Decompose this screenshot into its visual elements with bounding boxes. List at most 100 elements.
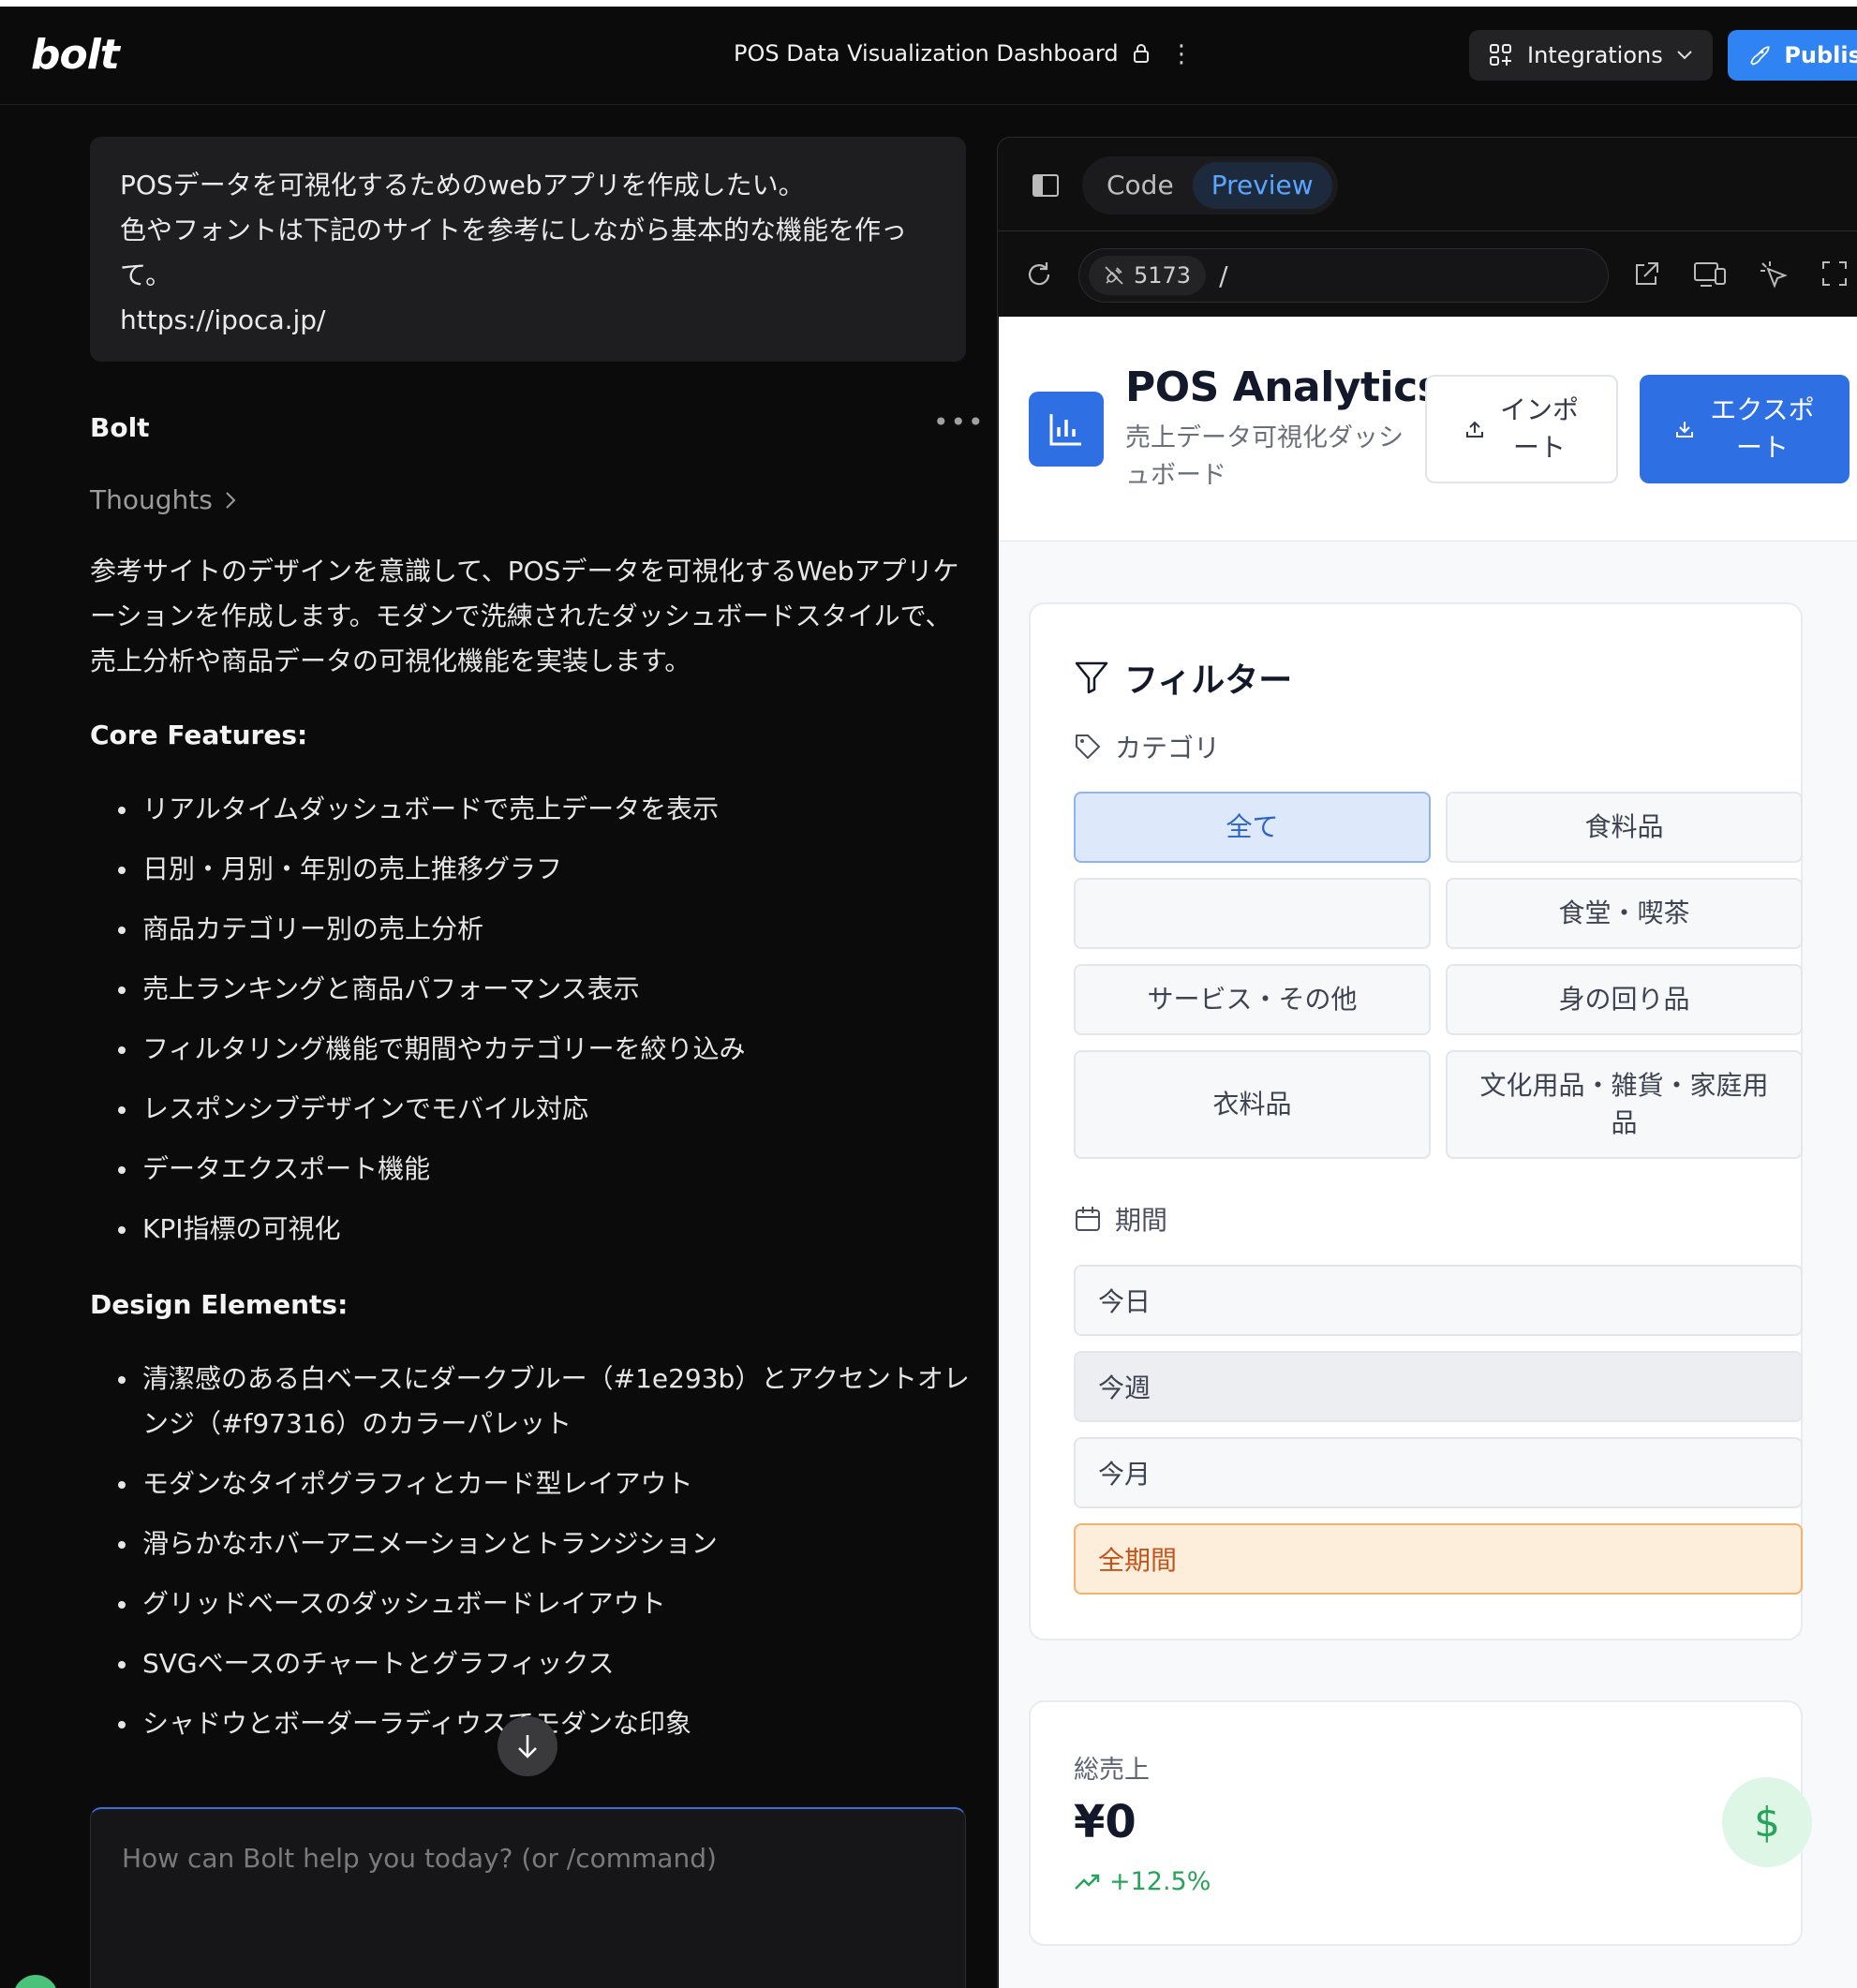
import-label-line: ート bbox=[1512, 432, 1566, 463]
project-title[interactable]: POS Data Visualization Dashboard bbox=[734, 40, 1151, 67]
grid-plus-icon bbox=[1490, 44, 1511, 66]
preview-actions bbox=[1631, 260, 1849, 289]
total-sales-label: 総売上 bbox=[1074, 1756, 1150, 1785]
core-features-list: リアルタイムダッシュボードで売上データを表示 日別・月別・年別の売上推移グラフ … bbox=[90, 787, 971, 1267]
category-label: カテゴリ bbox=[1115, 733, 1221, 764]
category-option[interactable]: 食料品 bbox=[1446, 792, 1803, 863]
period-option[interactable]: 全期間 bbox=[1074, 1523, 1803, 1595]
integrations-label: Integrations bbox=[1527, 42, 1663, 68]
devices-icon[interactable] bbox=[1693, 260, 1727, 289]
preview-tabbar: Code Preview bbox=[998, 138, 1857, 231]
total-sales-value: ¥0 bbox=[1074, 1796, 1136, 1848]
chat-input[interactable]: How can Bolt help you today? (or /comman… bbox=[90, 1807, 966, 1988]
more-horizontal-icon[interactable]: ••• bbox=[933, 407, 986, 438]
user-message-line: て。 bbox=[120, 260, 172, 290]
tab-preview[interactable]: Preview bbox=[1192, 162, 1332, 209]
view-tabs: Code Preview bbox=[1082, 156, 1338, 215]
reload-icon[interactable] bbox=[1024, 260, 1054, 289]
period-option[interactable]: 今週 bbox=[1074, 1351, 1803, 1422]
calendar-icon bbox=[1076, 1207, 1100, 1231]
port-selector[interactable]: 5173 bbox=[1089, 256, 1207, 295]
filter-title: フィルター bbox=[1124, 661, 1293, 700]
rocket-icon bbox=[1750, 46, 1770, 66]
list-item: リアルタイムダッシュボードで売上データを表示 bbox=[90, 787, 971, 832]
port-number: 5173 bbox=[1134, 262, 1192, 289]
more-vertical-icon[interactable]: ⋮ bbox=[1169, 42, 1194, 67]
total-sales-card: 総売上 ¥0 +12.5% $ bbox=[1029, 1700, 1812, 1946]
filter-heading: フィルター bbox=[1074, 653, 1292, 702]
period-option[interactable]: 今月 bbox=[1074, 1437, 1803, 1508]
export-label: エクスポ ート bbox=[1710, 392, 1814, 467]
list-item: 滑らかなホバーアニメーションとトランジション bbox=[90, 1521, 971, 1566]
url-bar[interactable]: 5173 / bbox=[1078, 248, 1609, 303]
chat-panel: POSデータを可視化するためのwebアプリを作成したい。 色やフォントは下記のサ… bbox=[0, 105, 993, 1988]
import-label: インポ ート bbox=[1500, 392, 1579, 467]
core-features-heading: Core Features: bbox=[90, 720, 308, 750]
category-option[interactable]: 文化用品・雑貨・家庭用品 bbox=[1446, 1050, 1803, 1159]
list-item: フィルタリング機能で期間やカテゴリーを絞り込み bbox=[90, 1027, 971, 1072]
app-topbar: POS Analytics 売上データ可視化ダッシ ュボード インポ ート エク… bbox=[999, 317, 1857, 542]
url-path: / bbox=[1219, 260, 1228, 291]
category-option[interactable]: 衣料品 bbox=[1074, 1050, 1431, 1159]
open-external-icon[interactable] bbox=[1631, 260, 1661, 289]
thoughts-toggle[interactable]: Thoughts bbox=[90, 484, 237, 515]
chevron-down-icon bbox=[1677, 51, 1692, 60]
list-item: 日別・月別・年別の売上推移グラフ bbox=[90, 847, 971, 892]
publish-label: Publish bbox=[1784, 42, 1857, 68]
design-elements-heading: Design Elements: bbox=[90, 1289, 349, 1320]
plug-icon bbox=[1105, 266, 1123, 285]
list-item: 清潔感のある白ベースにダークブルー（#1e293b）とアクセントオレ bbox=[90, 1357, 971, 1402]
trending-up-icon bbox=[1075, 1874, 1100, 1890]
list-item: データエクスポート機能 bbox=[90, 1147, 971, 1192]
project-title-text: POS Data Visualization Dashboard bbox=[734, 40, 1119, 67]
period-option[interactable]: 今日 bbox=[1074, 1265, 1803, 1336]
tab-code[interactable]: Code bbox=[1088, 162, 1193, 209]
publish-button[interactable]: Publish bbox=[1728, 30, 1857, 81]
fullscreen-icon[interactable] bbox=[1820, 260, 1849, 288]
assistant-intro: 参考サイトのデザインを意識して、POSデータを可視化するWebアプリケ ーション… bbox=[90, 549, 971, 684]
chevron-right-icon bbox=[226, 491, 236, 509]
user-message-link[interactable]: https://ipoca.jp/ bbox=[120, 298, 936, 343]
category-option[interactable] bbox=[1074, 878, 1431, 949]
user-message-line: POSデータを可視化するためのwebアプリを作成したい。 bbox=[120, 170, 805, 200]
filter-icon bbox=[1075, 661, 1108, 694]
list-item-continuation: ンジ（#f97316）のカラーパレット bbox=[142, 1408, 572, 1439]
filter-card: フィルター カテゴリ 全て 食料品 食堂・喫茶 サービス・その他 身の回り品 衣… bbox=[1029, 602, 1803, 1640]
list-item: KPI指標の可視化 bbox=[90, 1207, 971, 1252]
import-label-line: インポ bbox=[1499, 394, 1579, 425]
period-label: 期間 bbox=[1115, 1205, 1168, 1236]
list-item: SVGベースのチャートとグラフィックス bbox=[90, 1641, 971, 1686]
preview-app: POS Analytics 売上データ可視化ダッシ ュボード インポ ート エク… bbox=[999, 317, 1857, 1988]
arrow-down-icon bbox=[518, 1735, 537, 1758]
select-element-icon[interactable] bbox=[1759, 260, 1789, 289]
design-elements-list: 清潔感のある白ベースにダークブルー（#1e293b）とアクセントオレ ンジ（#f… bbox=[90, 1357, 971, 1761]
app-header-bar: bolt POS Data Visualization Dashboard ⋮ … bbox=[0, 7, 1857, 105]
sidebar-toggle-icon[interactable] bbox=[1032, 173, 1060, 198]
list-item: 売上ランキングと商品パフォーマンス表示 bbox=[90, 967, 971, 1012]
total-sales-change: +12.5% bbox=[1074, 1867, 1211, 1896]
integrations-button[interactable]: Integrations bbox=[1469, 30, 1713, 81]
category-option[interactable]: サービス・その他 bbox=[1074, 964, 1431, 1035]
intro-line: ーションを作成します。モダンで洗練されたダッシュボードスタイルで、 bbox=[90, 601, 952, 631]
category-option[interactable]: 全て bbox=[1074, 792, 1431, 863]
app-subtitle-line: ュボード bbox=[1125, 461, 1226, 490]
category-label-row: カテゴリ bbox=[1074, 728, 1220, 765]
bolt-logo[interactable]: bolt bbox=[31, 31, 120, 79]
import-button[interactable]: インポ ート bbox=[1425, 375, 1618, 483]
export-button[interactable]: エクスポ ート bbox=[1640, 375, 1850, 483]
export-label-line: エクスポ bbox=[1710, 394, 1815, 425]
app-title: POS Analytics bbox=[1125, 363, 1442, 411]
scroll-down-button[interactable] bbox=[498, 1716, 557, 1776]
preview-urlbar: 5173 / bbox=[998, 231, 1857, 318]
top-strip bbox=[0, 0, 1857, 7]
dollar-icon: $ bbox=[1722, 1777, 1812, 1867]
category-option[interactable]: 身の回り品 bbox=[1446, 964, 1803, 1035]
app-subtitle: 売上データ可視化ダッシ ュボード bbox=[1125, 420, 1425, 495]
user-message-line: 色やフォントは下記のサイトを参考にしながら基本的な機能を作っ bbox=[120, 215, 908, 245]
period-label-row: 期間 bbox=[1074, 1200, 1167, 1238]
intro-line: 参考サイトのデザインを意識して、POSデータを可視化するWebアプリケ bbox=[90, 556, 959, 586]
category-option[interactable]: 食堂・喫茶 bbox=[1446, 878, 1803, 949]
list-item: モダンなタイポグラフィとカード型レイアウト bbox=[90, 1461, 971, 1506]
upload-icon bbox=[1465, 421, 1483, 438]
intro-line: 売上分析や商品データの可視化機能を実装します。 bbox=[90, 645, 691, 676]
